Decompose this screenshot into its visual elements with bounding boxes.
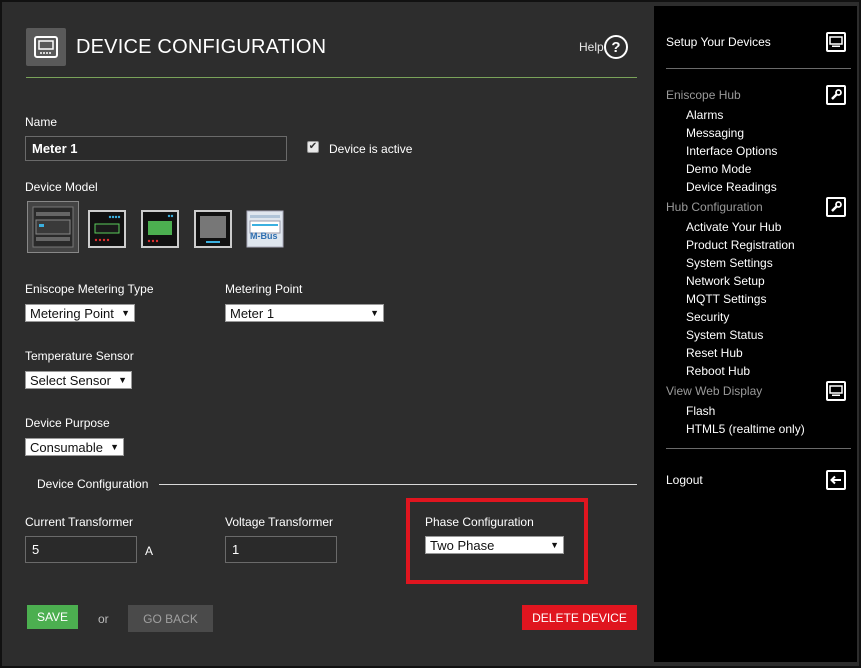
sidebar-item-demo-mode[interactable]: Demo Mode xyxy=(686,162,751,176)
sidebar-group-hub-configuration: Hub Configuration xyxy=(666,200,763,214)
sidebar-item-flash[interactable]: Flash xyxy=(686,404,715,418)
metering-point-value: Meter 1 xyxy=(230,305,275,321)
chevron-down-icon: ▼ xyxy=(110,442,119,452)
m-bus-label: M-Bus xyxy=(250,231,278,241)
header-divider xyxy=(26,77,637,78)
delete-device-button[interactable]: DELETE DEVICE xyxy=(522,605,637,630)
device-model-panel-leds[interactable] xyxy=(88,210,126,248)
logout-icon[interactable] xyxy=(826,470,846,490)
highlight-box xyxy=(406,498,588,584)
sidebar: Setup Your Devices Eniscope Hub Alarms M… xyxy=(654,6,857,662)
chevron-down-icon: ▼ xyxy=(370,308,379,318)
current-transformer-unit: A xyxy=(145,544,154,558)
device-active-checkbox[interactable]: ✔ xyxy=(307,141,319,153)
voltage-transformer-input[interactable] xyxy=(225,536,337,563)
sidebar-item-messaging[interactable]: Messaging xyxy=(686,126,744,140)
sidebar-item-product-registration[interactable]: Product Registration xyxy=(686,238,795,252)
sidebar-item-activate-hub[interactable]: Activate Your Hub xyxy=(686,220,781,234)
sidebar-item-device-readings[interactable]: Device Readings xyxy=(686,180,777,194)
device-model-panel-gray[interactable] xyxy=(194,210,232,248)
sidebar-divider xyxy=(666,68,851,69)
device-model-din-rail[interactable] xyxy=(27,201,79,253)
temperature-sensor-select[interactable]: Select Sensor ▼ xyxy=(25,371,132,389)
or-text: or xyxy=(98,612,109,626)
wrench-icon xyxy=(826,85,846,105)
monitor-icon[interactable] xyxy=(826,32,846,52)
metering-type-label: Eniscope Metering Type xyxy=(25,282,154,296)
monitor-icon xyxy=(826,381,846,401)
sidebar-group-web-display: View Web Display xyxy=(666,384,763,398)
metering-type-select[interactable]: Metering Point ▼ xyxy=(25,304,135,322)
metering-type-value: Metering Point xyxy=(30,305,114,321)
temperature-sensor-value: Select Sensor xyxy=(30,372,111,388)
help-link[interactable]: Help xyxy=(579,40,604,54)
save-button[interactable]: SAVE xyxy=(27,605,78,629)
go-back-button[interactable]: GO BACK xyxy=(128,605,213,632)
device-model-label: Device Model xyxy=(25,180,98,194)
section-title: Device Configuration xyxy=(37,477,149,491)
sidebar-setup-devices[interactable]: Setup Your Devices xyxy=(666,35,771,49)
chevron-down-icon: ▼ xyxy=(118,375,127,385)
question-circle-icon[interactable]: ? xyxy=(604,35,628,59)
sidebar-item-system-status[interactable]: System Status xyxy=(686,328,763,342)
sidebar-item-network-setup[interactable]: Network Setup xyxy=(686,274,765,288)
metering-point-select[interactable]: Meter 1 ▼ xyxy=(225,304,384,322)
name-input[interactable] xyxy=(25,136,287,161)
device-purpose-select[interactable]: Consumable ▼ xyxy=(25,438,124,456)
device-model-panel-green[interactable] xyxy=(141,210,179,248)
device-monitor-icon xyxy=(26,28,66,66)
sidebar-item-system-settings[interactable]: System Settings xyxy=(686,256,773,270)
device-purpose-value: Consumable xyxy=(30,439,103,455)
metering-point-label: Metering Point xyxy=(225,282,303,296)
sidebar-item-security[interactable]: Security xyxy=(686,310,729,324)
sidebar-divider xyxy=(666,448,851,449)
page-title: DEVICE CONFIGURATION xyxy=(76,36,327,58)
sidebar-item-reset-hub[interactable]: Reset Hub xyxy=(686,346,743,360)
main-panel: DEVICE CONFIGURATION Help ? Name ✔ Devic… xyxy=(2,2,654,664)
logout-link[interactable]: Logout xyxy=(666,473,703,487)
name-label: Name xyxy=(25,115,58,129)
current-transformer-label: Current Transformer xyxy=(25,515,134,529)
sidebar-item-html5[interactable]: HTML5 (realtime only) xyxy=(686,422,805,436)
sidebar-group-eniscope-hub: Eniscope Hub xyxy=(666,88,741,102)
current-transformer-input[interactable] xyxy=(25,536,137,563)
sidebar-item-reboot-hub[interactable]: Reboot Hub xyxy=(686,364,750,378)
voltage-transformer-label: Voltage Transformer xyxy=(225,515,334,529)
sidebar-item-mqtt-settings[interactable]: MQTT Settings xyxy=(686,292,766,306)
wrench-icon xyxy=(826,197,846,217)
chevron-down-icon: ▼ xyxy=(121,308,130,318)
sidebar-item-alarms[interactable]: Alarms xyxy=(686,108,723,122)
device-model-m-bus[interactable] xyxy=(246,210,284,248)
section-divider xyxy=(159,484,637,485)
device-active-label: Device is active xyxy=(329,142,413,156)
temperature-sensor-label: Temperature Sensor xyxy=(25,349,134,363)
sidebar-item-interface-options[interactable]: Interface Options xyxy=(686,144,777,158)
device-purpose-label: Device Purpose xyxy=(25,416,110,430)
